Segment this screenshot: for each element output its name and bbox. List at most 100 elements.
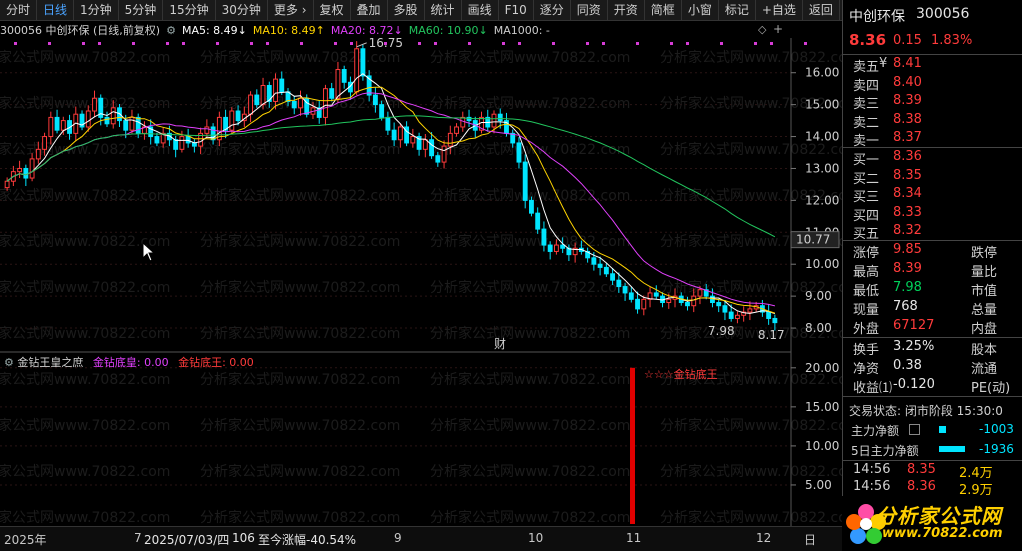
- signal-dot: [686, 42, 689, 45]
- ask-row-2: 卖二 8.38: [849, 112, 1019, 131]
- candle-down: [23, 167, 29, 179]
- indicator-label-1: 金钻底皇: 0.00: [92, 356, 169, 369]
- toolbar-item-15[interactable]: 开资: [608, 0, 645, 20]
- mouse-cursor-icon: [142, 241, 156, 265]
- stat2-row-2-value: -0.120: [893, 377, 935, 392]
- candle-down: [622, 286, 628, 294]
- bid-row-4: 买四 8.33: [849, 205, 1019, 224]
- toolbar-item-10[interactable]: 统计: [425, 0, 462, 20]
- candle-down: [603, 266, 609, 275]
- watermark-text: 分析家公式网www.70822.com: [430, 417, 630, 434]
- indicator-tick-label: 20.00: [805, 361, 839, 375]
- stat-row-0: 涨停 9.85 跌停: [849, 242, 1019, 261]
- candle-down: [173, 139, 179, 150]
- toolbar-item-8[interactable]: 叠加: [351, 0, 388, 20]
- signal-dot: [250, 42, 253, 45]
- candle-up: [273, 78, 278, 102]
- signal-dot: [636, 42, 639, 45]
- ma60-line: [6, 115, 776, 238]
- bid-row-2: 买二 8.35: [849, 168, 1019, 187]
- signal-dot: [754, 42, 757, 45]
- candle-up: [697, 289, 703, 297]
- toolbar-item-17[interactable]: 小窗: [682, 0, 719, 20]
- tick-price: 8.36: [907, 479, 936, 494]
- candle-up: [491, 113, 497, 128]
- candle-up: [454, 126, 459, 134]
- stat-row-2: 最低 7.98 市值: [849, 280, 1019, 299]
- change-since: 至今涨幅-40.54%: [258, 533, 357, 547]
- watermark-text: 分析家公式网www.70822.com: [200, 187, 400, 204]
- toolbar-item-18[interactable]: 标记: [719, 0, 756, 20]
- price-chart[interactable]: 分析家公式网www.70822.com 分析家公式网www.70822.com 分析…: [0, 38, 842, 526]
- x-tick-year: 2025年: [4, 533, 47, 547]
- toolbar-item-3[interactable]: 5分钟: [119, 0, 164, 20]
- toolbar-item-12[interactable]: F10: [499, 0, 534, 20]
- watermark-text: 分析家公式网www.70822.com: [0, 325, 170, 342]
- toolbar-item-6[interactable]: 更多 ›: [268, 0, 314, 20]
- candle-up: [666, 298, 672, 304]
- toolbar-item-7[interactable]: 复权: [314, 0, 351, 20]
- x-tick-10: 10: [528, 531, 544, 545]
- toolbar-item-4[interactable]: 15分钟: [163, 0, 216, 20]
- toolbar-item-13[interactable]: 逐分: [534, 0, 571, 20]
- candle-down: [529, 199, 534, 214]
- candle-up: [260, 84, 266, 106]
- candle-down: [329, 88, 335, 99]
- main-flow-label: 主力净额: [851, 424, 900, 438]
- ask-row-4: 卖四 8.40: [849, 75, 1019, 94]
- diamond-icon[interactable]: ◇: [758, 23, 766, 36]
- toolbar-item-11[interactable]: 画线: [462, 0, 499, 20]
- stat-row-2-value: 7.98: [893, 280, 922, 295]
- five-day-flow-label: 5日主力净额: [851, 444, 919, 458]
- main-flow-detail-icon[interactable]: [909, 424, 920, 435]
- indicator-settings-icon[interactable]: ⚙: [4, 356, 14, 369]
- bid-row-1-value: 8.36: [893, 149, 922, 164]
- watermark-text: 分析家公式网www.70822.com: [0, 95, 170, 112]
- five-day-flow-value: -1936: [979, 442, 1014, 456]
- candle-down: [547, 244, 553, 252]
- bid-row-5-label: 买五: [853, 227, 880, 242]
- ask-row-2-label: 卖二: [853, 115, 880, 131]
- stat2-row-1-label: 净资: [853, 362, 880, 377]
- watermark-text: 分析家公式网www.70822.com: [0, 279, 170, 296]
- candle-up: [734, 314, 740, 319]
- toolbar-item-2[interactable]: 1分钟: [74, 0, 119, 20]
- signal-dot: [434, 42, 437, 45]
- watermark-text: 分析家公式网www.70822.com: [200, 141, 400, 158]
- ma60-label: MA60: 10.90↓: [408, 23, 488, 37]
- signal-dot: [266, 42, 269, 45]
- ask-currency-mark: ¥: [879, 56, 888, 71]
- candle-up: [179, 136, 185, 150]
- candle-up: [422, 139, 428, 150]
- candle-up: [641, 298, 647, 310]
- plus-icon[interactable]: +: [773, 22, 783, 36]
- toolbar-item-0[interactable]: 分时: [0, 0, 38, 20]
- candle-down: [254, 94, 260, 106]
- price-tick-label: 12.00: [805, 193, 839, 207]
- toolbar-item-20[interactable]: 返回: [803, 0, 840, 20]
- toolbar-item-9[interactable]: 多股: [388, 0, 425, 20]
- bid-row-4-label: 买四: [853, 208, 880, 224]
- toolbar-item-1[interactable]: 日线: [37, 0, 75, 20]
- toolbar-item-14[interactable]: 同资: [571, 0, 608, 20]
- signal-dot: [384, 42, 387, 45]
- candle-up: [441, 145, 447, 163]
- signal-dot: [132, 42, 135, 45]
- candle-down: [497, 113, 503, 122]
- ma5-label: MA5: 8.49↓: [181, 23, 247, 37]
- candle-down: [653, 292, 659, 297]
- stock-name: 中创环保: [849, 9, 905, 25]
- toolbar-item-16[interactable]: 简框: [645, 0, 682, 20]
- candle-down: [235, 110, 241, 122]
- toolbar-item-5[interactable]: 30分钟: [216, 0, 268, 20]
- watermark-text: 分析家公式网www.70822.com: [660, 49, 842, 66]
- stat-row-1-label: 最高: [853, 265, 880, 280]
- settings-icon[interactable]: ⚙: [166, 24, 176, 37]
- candle-up: [4, 180, 10, 189]
- toolbar-item-19[interactable]: +自选: [756, 0, 803, 20]
- x-tick-9: 9: [394, 531, 402, 545]
- bid-row-3-value: 8.34: [893, 186, 922, 201]
- candle-down: [541, 228, 547, 246]
- watermark-text: 分析家公式网www.70822.com: [430, 279, 630, 296]
- stat-row-3-label: 现量: [853, 303, 880, 318]
